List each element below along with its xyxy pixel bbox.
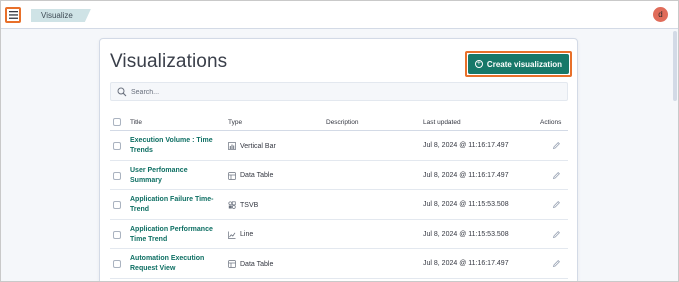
create-visualization-button[interactable]: + Create visualization	[468, 54, 569, 74]
table-icon	[228, 260, 236, 268]
row-checkbox[interactable]	[113, 230, 121, 239]
page-scrollbar[interactable]	[673, 31, 677, 101]
pencil-icon[interactable]	[552, 230, 561, 239]
hamburger-menu-icon	[8, 11, 18, 19]
table-row: Automation Execution Request View Data T…	[110, 249, 568, 279]
visualizations-table: Title Type Description Last updated Acti…	[110, 115, 568, 279]
plus-circle-icon: +	[474, 60, 483, 68]
updated-cell: Jul 8, 2024 @ 11:16:17.497	[423, 142, 509, 149]
updated-cell: Jul 8, 2024 @ 11:16:17.497	[423, 171, 509, 179]
search-icon	[117, 87, 127, 97]
create-visualization-label: Create visualization	[486, 59, 563, 69]
visualization-title-link[interactable]: Application Failure Time-Trend	[130, 195, 218, 215]
breadcrumb-visualize[interactable]: Visualize	[31, 9, 91, 22]
table-row: Application Failure Time-Trend TSVB Jul …	[110, 190, 568, 220]
visualization-title-link[interactable]: Automation Execution Request View	[130, 254, 218, 274]
app-frame: Visualize d Visualizations + Create visu…	[0, 0, 679, 282]
menu-button[interactable]	[5, 7, 21, 23]
row-checkbox[interactable]	[113, 142, 121, 150]
updated-cell: Jul 8, 2024 @ 11:15:53.508	[423, 230, 509, 238]
column-last-updated[interactable]: Last updated	[423, 119, 461, 126]
table-row: User Perfomance Summary Data Table Jul 8…	[110, 161, 568, 190]
table-row: Execution Volume : Time Trends Vertical …	[110, 131, 568, 161]
type-label: Data Table	[240, 172, 274, 179]
visualization-title-link[interactable]: Execution Volume : Time Trends	[130, 136, 218, 156]
type-cell: Data Table	[228, 171, 274, 180]
line-chart-icon	[228, 231, 236, 239]
visualizations-panel: Visualizations + Create visualization Ti…	[99, 38, 578, 281]
table-icon	[228, 171, 236, 180]
row-checkbox[interactable]	[113, 171, 121, 180]
table-header: Title Type Description Last updated Acti…	[110, 115, 568, 131]
create-visualization-highlight: + Create visualization	[465, 51, 572, 77]
column-actions: Actions	[540, 119, 562, 126]
tsvb-icon	[228, 201, 236, 209]
pencil-icon[interactable]	[552, 171, 561, 180]
row-checkbox[interactable]	[113, 260, 121, 268]
updated-cell: Jul 8, 2024 @ 11:16:17.497	[423, 260, 509, 267]
column-title[interactable]: Title	[130, 119, 142, 126]
bar-chart-icon	[228, 142, 236, 150]
user-avatar[interactable]: d	[653, 7, 668, 22]
pencil-icon[interactable]	[552, 259, 561, 268]
visualization-title-link[interactable]: Application Performance Time Trend	[130, 225, 218, 245]
column-description: Description	[326, 119, 359, 126]
search-input[interactable]	[131, 85, 551, 99]
type-label: Data Table	[240, 260, 274, 268]
top-bar: Visualize d	[1, 1, 678, 29]
visualization-title-link[interactable]: User Perfomance Summary	[130, 166, 218, 186]
column-type[interactable]: Type	[228, 119, 242, 126]
type-label: Line	[240, 231, 254, 238]
type-label: TSVB	[240, 201, 259, 209]
type-cell: Line	[228, 231, 253, 239]
table-row: Application Performance Time Trend Line …	[110, 220, 568, 249]
select-all-checkbox[interactable]	[113, 118, 121, 126]
pencil-icon[interactable]	[552, 141, 561, 150]
updated-cell: Jul 8, 2024 @ 11:15:53.508	[423, 201, 509, 208]
type-cell: Vertical Bar	[228, 142, 276, 150]
search-box	[110, 82, 568, 101]
type-label: Vertical Bar	[240, 142, 276, 150]
type-cell: Data Table	[228, 260, 273, 268]
type-cell: TSVB	[228, 201, 258, 209]
row-checkbox[interactable]	[113, 201, 121, 209]
pencil-icon[interactable]	[552, 200, 561, 209]
page-title: Visualizations	[110, 51, 228, 72]
